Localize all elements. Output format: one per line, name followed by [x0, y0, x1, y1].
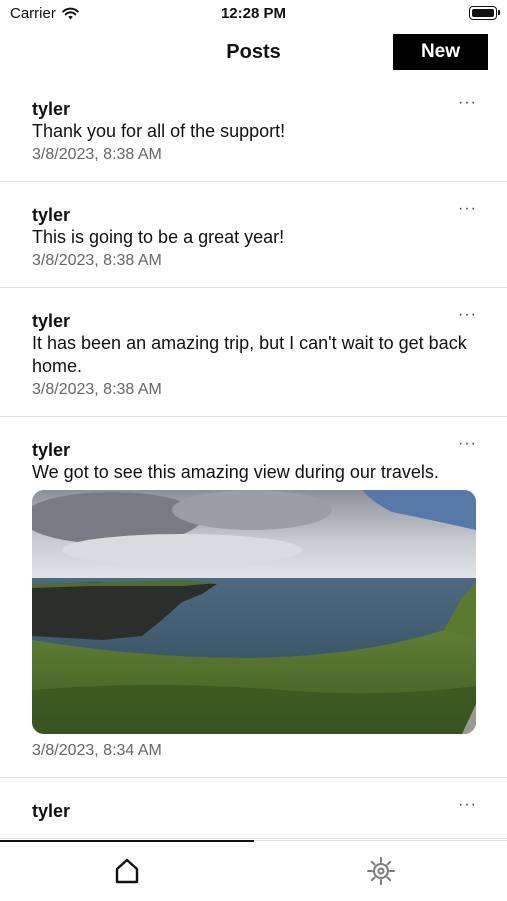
post-text: We got to see this amazing view during o…	[32, 462, 439, 482]
post-author: tyler	[32, 99, 71, 119]
post-item: tyler Thank you for all of the support! …	[0, 76, 507, 182]
more-options-icon[interactable]: ···	[458, 95, 477, 111]
post-item: tyler It has been an amazing trip, but I…	[0, 288, 507, 417]
post-item: tyler This is going to be a great year! …	[0, 182, 507, 288]
more-options-icon[interactable]: ···	[458, 436, 477, 452]
navigation-bar: Posts New	[0, 28, 507, 76]
home-icon	[115, 858, 138, 884]
new-post-button[interactable]: New	[393, 34, 488, 70]
post-date: 3/8/2023, 8:38 AM	[32, 252, 162, 269]
post-text: It has been an amazing trip, but I can't…	[32, 333, 467, 376]
post-image[interactable]	[32, 490, 476, 734]
post-item: tyler ···	[0, 778, 507, 839]
more-options-icon[interactable]: ···	[458, 307, 477, 323]
status-time: 12:28 PM	[220, 5, 287, 22]
tab-home[interactable]	[0, 841, 253, 901]
post-date: 3/8/2023, 8:38 AM	[32, 381, 162, 398]
gear-icon	[366, 857, 395, 885]
post-date: 3/8/2023, 8:34 AM	[32, 742, 162, 759]
post-author: tyler	[32, 311, 71, 331]
tab-bar	[0, 840, 507, 901]
post-author: tyler	[32, 205, 71, 225]
battery-icon	[469, 6, 500, 20]
more-options-icon[interactable]: ···	[458, 201, 477, 217]
more-options-icon[interactable]: ···	[458, 797, 477, 813]
post-author: tyler	[32, 801, 71, 821]
tab-settings[interactable]	[254, 841, 507, 901]
post-author: tyler	[32, 440, 71, 460]
posts-feed[interactable]: tyler Thank you for all of the support! …	[0, 76, 507, 840]
status-bar: Carrier 12:28 PM	[0, 0, 507, 28]
post-item: tyler We got to see this amazing view du…	[0, 417, 507, 778]
post-text: This is going to be a great year!	[32, 227, 285, 247]
post-text: Thank you for all of the support!	[32, 121, 286, 141]
post-date: 3/8/2023, 8:38 AM	[32, 146, 162, 163]
coastal-cliffs-photo	[32, 490, 476, 734]
